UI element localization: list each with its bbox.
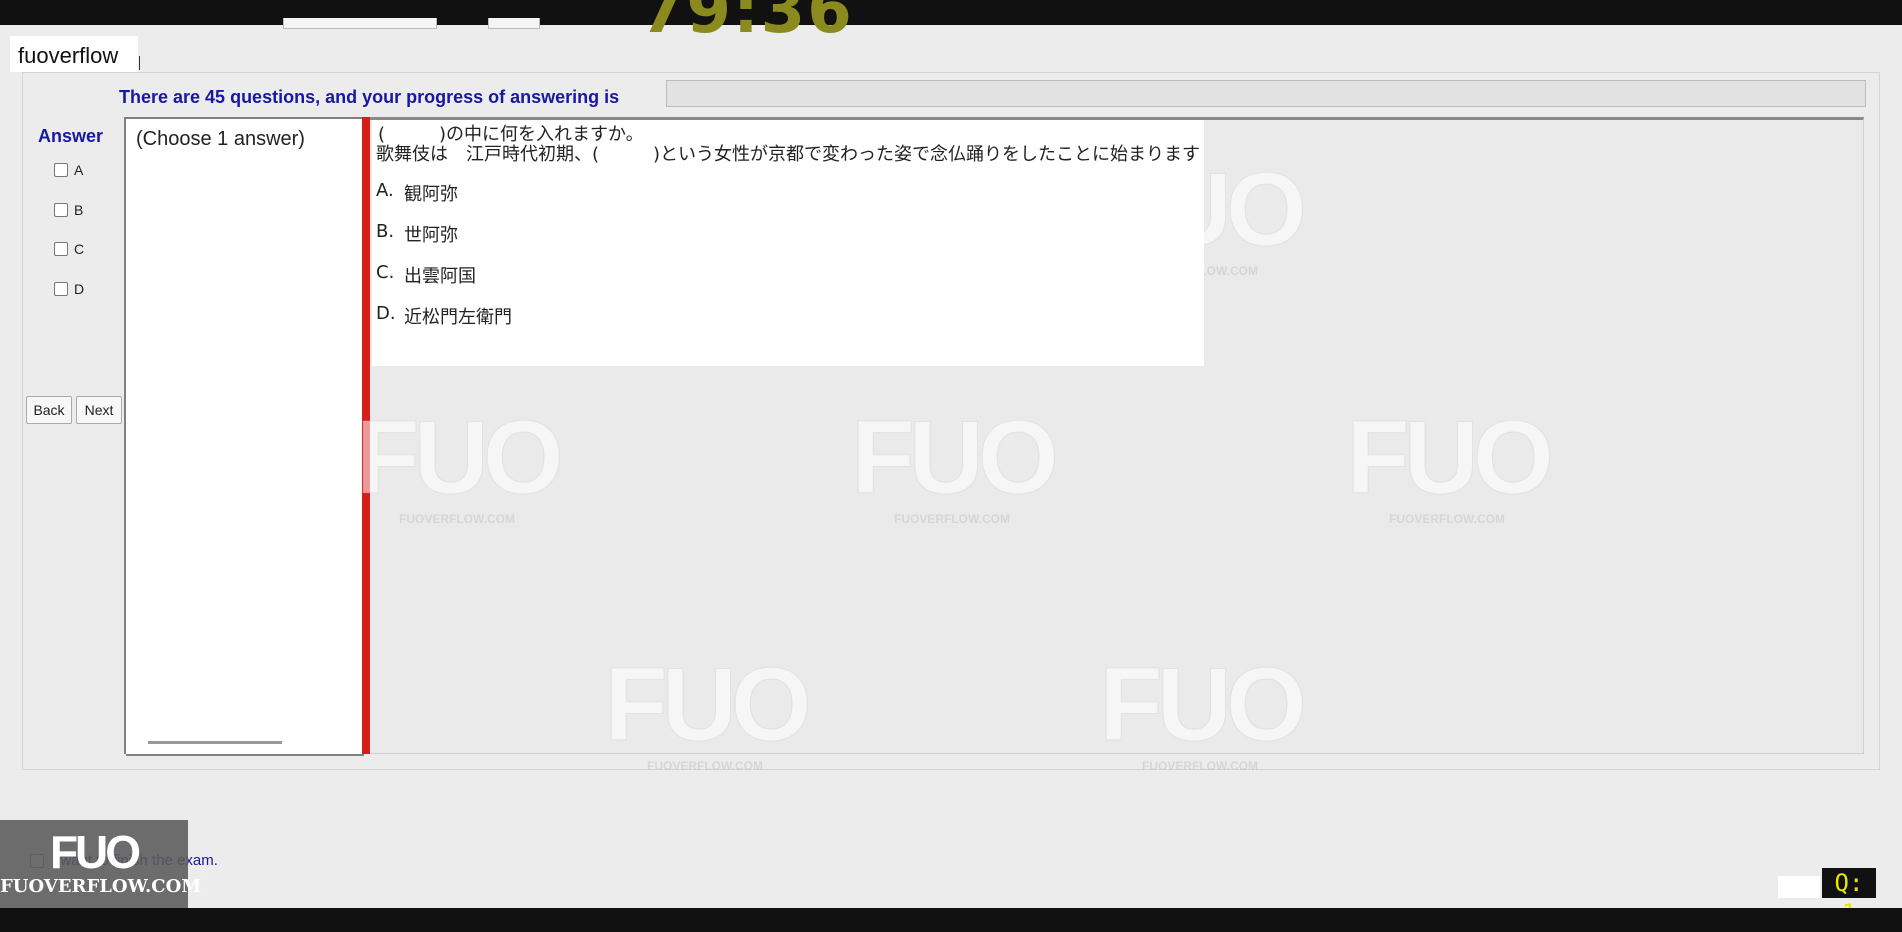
progress-text: There are 45 questions, and your progres…: [119, 87, 620, 107]
panel-border: [126, 754, 364, 756]
brand-tag: fuoverflow: [10, 36, 138, 72]
bottom-black-bar: [0, 908, 1902, 932]
option-letter: D: [74, 281, 85, 297]
next-button[interactable]: Next: [76, 396, 122, 424]
logo-site: FUOVERFLOW.COM: [0, 876, 202, 897]
question-box: ( )の中に何を入れますか。 歌舞伎は 江戸時代初期、( )という女性が京都で変…: [372, 120, 1204, 366]
checkbox-c[interactable]: [54, 242, 68, 256]
logo-mark: FUO: [49, 826, 141, 878]
choose-panel: (Choose 1 answer): [124, 117, 364, 756]
question-counter: Q: 1: [1822, 868, 1876, 927]
answer-option-c[interactable]: C: [54, 241, 84, 257]
question-option-b: B. 世阿弥: [376, 221, 458, 247]
answer-label: Answer: [38, 126, 104, 146]
answer-option-d[interactable]: D: [54, 281, 84, 297]
option-letter: C: [74, 241, 85, 257]
answer-option-b[interactable]: B: [54, 202, 83, 218]
counter-background: [1778, 876, 1820, 898]
option-letter: C.: [376, 262, 395, 283]
checkbox-b[interactable]: [54, 203, 68, 217]
question-option-a: A. 観阿弥: [376, 180, 458, 206]
horizontal-scrollbar[interactable]: [148, 741, 282, 744]
question-option-d: D. 近松門左衛門: [376, 303, 512, 329]
option-text: 世阿弥: [404, 225, 458, 246]
answer-option-a[interactable]: A: [54, 162, 83, 178]
option-letter: D.: [376, 303, 396, 324]
countdown-timer: 79:36: [640, 0, 854, 44]
back-button[interactable]: Back: [26, 396, 72, 424]
option-letter: B.: [376, 221, 395, 242]
checkbox-a[interactable]: [54, 163, 68, 177]
top-dropdown[interactable]: [283, 18, 437, 29]
choose-hint: (Choose 1 answer): [136, 128, 305, 150]
option-text: 近松門左衛門: [404, 307, 512, 328]
option-letter: A: [74, 162, 84, 178]
top-small-dropdown[interactable]: [488, 18, 540, 29]
question-text: 歌舞伎は 江戸時代初期、( )という女性が京都で変わった姿で念仏踊りをしたことに…: [376, 144, 1201, 165]
panel-splitter[interactable]: [362, 117, 370, 754]
fuoverflow-logo: FUO FUOVERFLOW.COM: [0, 820, 202, 908]
option-letter: A.: [376, 180, 394, 201]
checkbox-d[interactable]: [54, 282, 68, 296]
option-text: 観阿弥: [404, 184, 458, 205]
text-caret: [139, 56, 140, 70]
question-option-c: C. 出雲阿国: [376, 262, 476, 288]
progress-bar: [666, 80, 1866, 107]
option-letter: B: [74, 202, 84, 218]
option-text: 出雲阿国: [404, 266, 476, 287]
